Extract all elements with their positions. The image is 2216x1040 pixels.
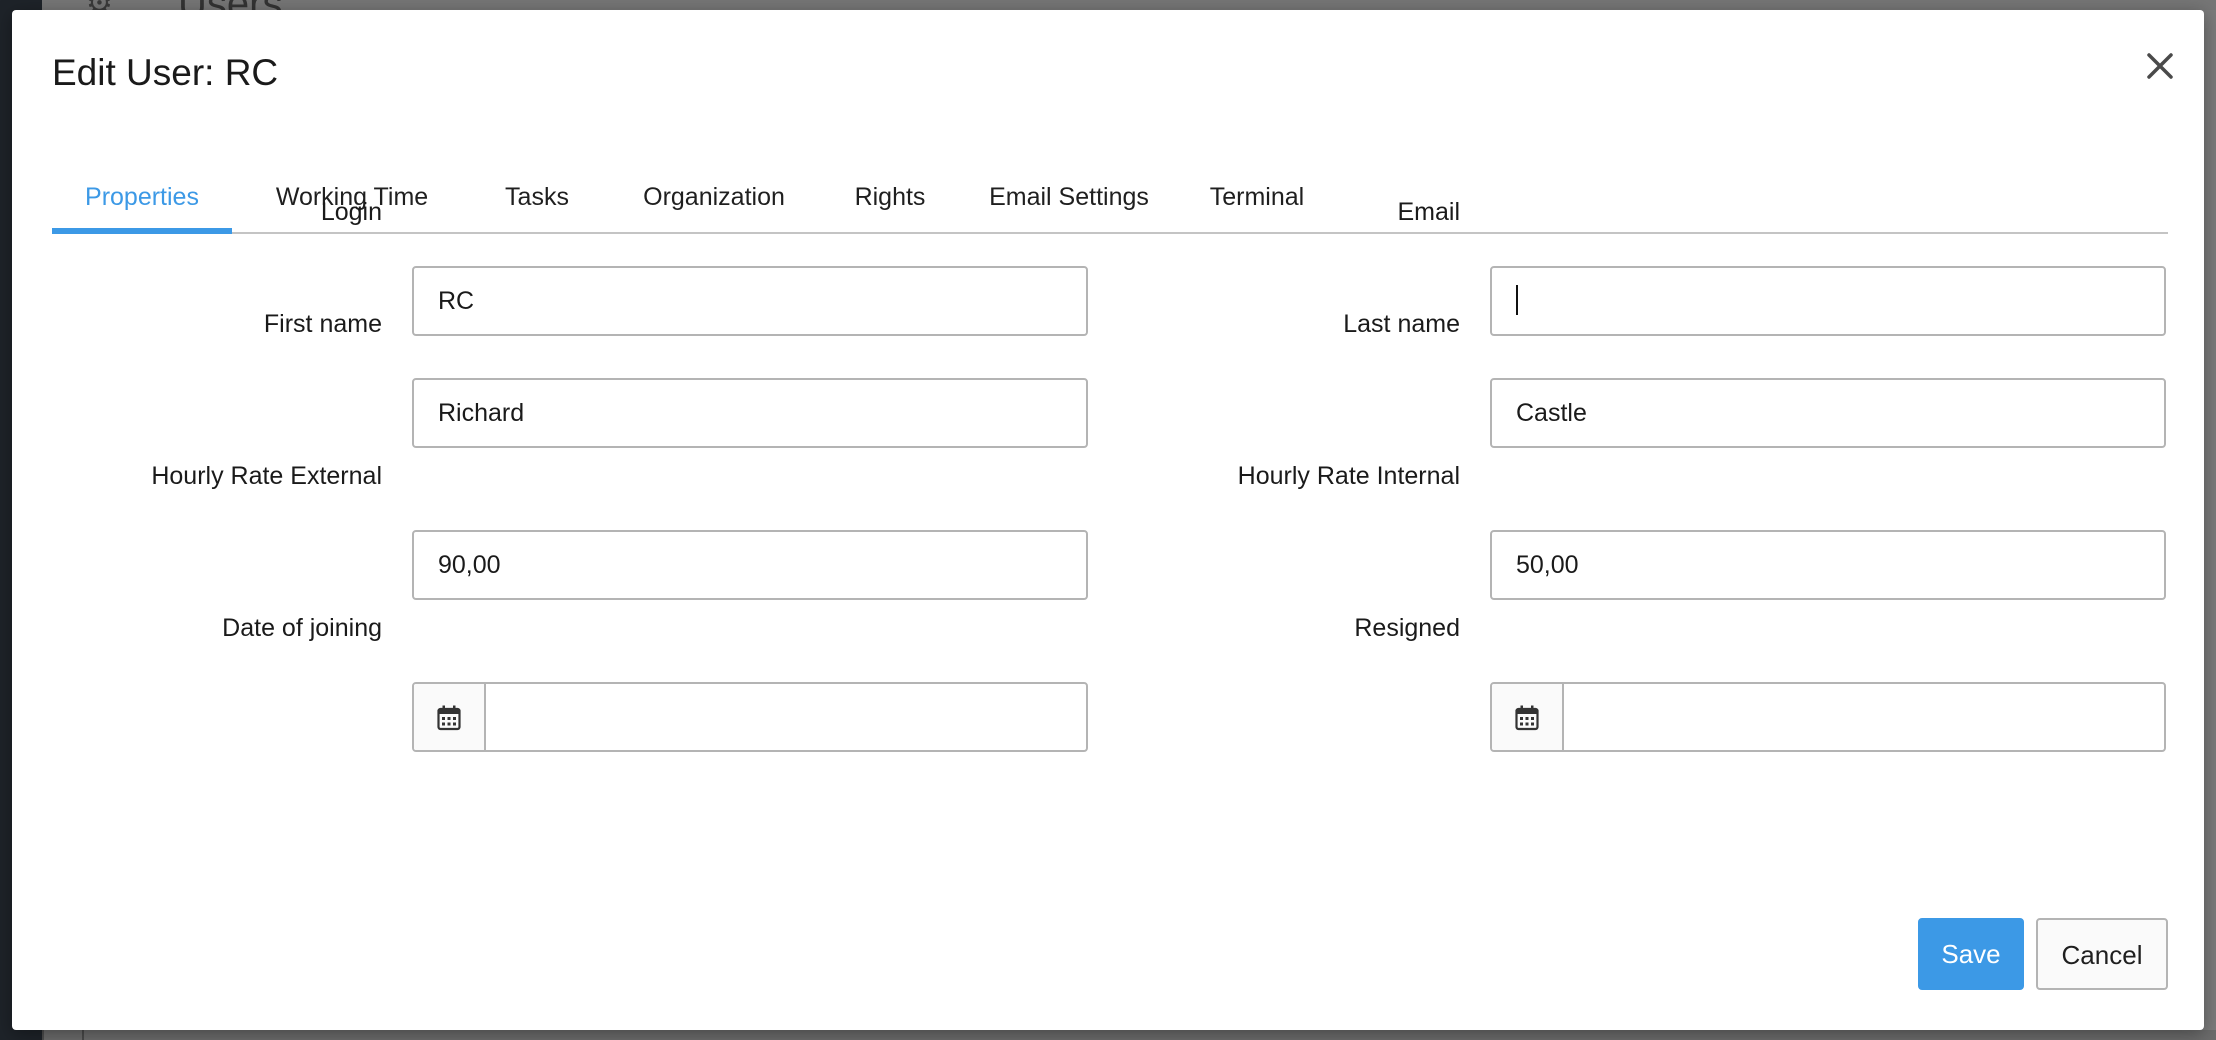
date-of-joining-calendar-button[interactable] [414,684,486,750]
hourly-rate-internal-value: 50,00 [1516,551,1579,579]
login-label: Login [320,198,382,226]
resigned-input[interactable] [1564,684,2164,750]
tab-rights[interactable]: Rights [826,160,954,232]
first-name-label: First name [263,310,382,338]
last-name-field[interactable]: Castle [1490,378,2166,448]
last-name-value: Castle [1516,399,1587,427]
hourly-rate-internal-field[interactable]: 50,00 [1490,530,2166,600]
resigned-picker [1490,682,2166,752]
email-label: Email [1397,198,1460,226]
resigned-label: Resigned [1354,614,1460,642]
active-tab-indicator [52,228,232,234]
edit-user-dialog: Edit User: RC Properties Working Time Ta… [12,10,2204,1030]
tab-tasks[interactable]: Tasks [476,160,598,232]
close-button[interactable] [2140,46,2180,86]
hourly-rate-external-field[interactable]: 90,00 [412,530,1088,600]
date-of-joining-picker [412,682,1088,752]
dialog-title: Edit User: RC [52,52,279,93]
background-divider [82,1030,84,1040]
first-name-field[interactable]: Richard [412,378,1088,448]
close-icon [2147,53,2173,79]
hourly-rate-external-value: 90,00 [438,551,501,579]
login-value: RC [438,287,475,315]
date-of-joining-input[interactable] [486,684,1086,750]
first-name-value: Richard [438,399,525,427]
resigned-calendar-button[interactable] [1492,684,1564,750]
tab-label: Tasks [505,183,569,211]
hourly-rate-internal-label: Hourly Rate Internal [1237,462,1460,490]
background-topbar [42,0,2216,10]
email-field[interactable] [1490,266,2166,336]
calendar-icon [437,705,461,731]
tab-organization[interactable]: Organization [614,160,814,232]
cancel-button[interactable]: Cancel [2036,918,2168,990]
date-of-joining-label: Date of joining [222,614,382,642]
text-cursor [1516,285,1518,316]
last-name-label: Last name [1343,310,1460,338]
tab-label: Organization [643,183,785,211]
save-button[interactable]: Save [1918,918,2024,990]
hourly-rate-external-label: Hourly Rate External [151,462,382,490]
background-footer [42,1030,2216,1040]
calendar-icon [1515,705,1539,731]
tab-label: Rights [854,183,926,211]
login-field[interactable]: RC [412,266,1088,336]
